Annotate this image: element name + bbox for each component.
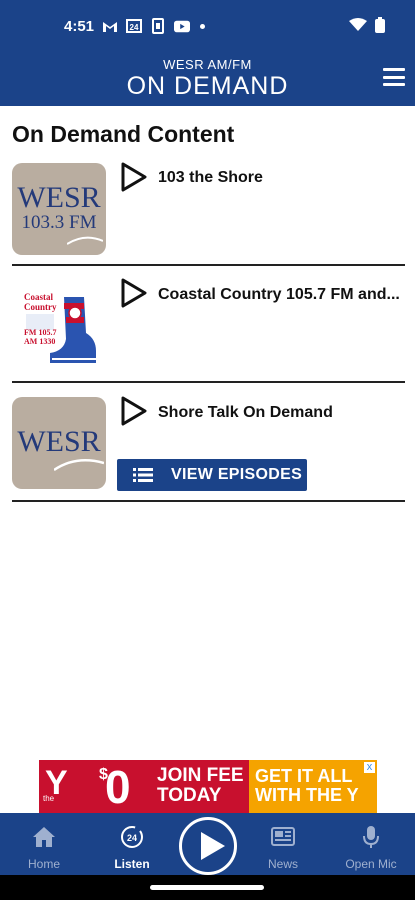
coastal-country-logo: Coastal Country FM 105.7 AM 1330	[12, 279, 106, 371]
ad-amount: 0	[105, 761, 131, 813]
ad-right-panel: GET IT ALL WITH THE Y x	[249, 760, 377, 813]
item-title[interactable]: Coastal Country 105.7 FM and...	[158, 286, 405, 304]
item-title[interactable]: 103 the Shore	[158, 169, 405, 187]
wesr-logo: WESR	[12, 397, 106, 489]
nav-listen[interactable]: 24 Listen	[92, 813, 172, 875]
item-title[interactable]: Shore Talk On Demand	[158, 404, 405, 422]
bottom-nav: Home 24 Listen News Open Mic	[0, 813, 415, 875]
play-icon[interactable]	[117, 395, 149, 427]
header-subtitle: WESR AM/FM	[163, 57, 252, 72]
ad-join-text: JOIN FEE TODAY	[157, 765, 244, 806]
ad-left-panel: Y the $ 0 JOIN FEE TODAY	[39, 760, 249, 813]
play-icon[interactable]	[117, 277, 149, 309]
ad-close-icon[interactable]: x	[364, 762, 375, 773]
notification-icons: 24	[102, 18, 205, 34]
view-episodes-label: VIEW EPISODES	[171, 466, 303, 483]
dot-icon	[200, 23, 205, 29]
list-icon	[133, 468, 153, 482]
news-icon	[271, 827, 295, 846]
list-item[interactable]: WESR Shore Talk On Demand VIEW EPISODES	[12, 392, 405, 502]
nav-open-mic[interactable]: Open Mic	[331, 813, 411, 875]
battery-icon	[375, 17, 385, 38]
status-bar: 4:51 24	[0, 0, 415, 54]
home-icon	[33, 827, 55, 847]
listen-24-icon: 24	[121, 826, 143, 848]
home-gesture-pill[interactable]	[150, 885, 264, 890]
status-time: 4:51	[64, 18, 95, 35]
svg-text:24: 24	[130, 23, 139, 32]
list-item[interactable]: WESR 103.3 FM 103 the Shore	[12, 160, 405, 264]
play-icon[interactable]	[117, 161, 149, 193]
ad-banner[interactable]: Y the $ 0 JOIN FEE TODAY GET IT ALL WITH…	[39, 760, 377, 813]
svg-text:24: 24	[127, 833, 137, 843]
gmail-icon	[102, 18, 118, 34]
svg-text:Coastal: Coastal	[24, 292, 53, 302]
center-play-button[interactable]	[179, 817, 237, 875]
news-badge-icon: 24	[126, 18, 142, 34]
hamburger-menu-icon[interactable]	[383, 68, 405, 86]
play-icon	[201, 832, 225, 860]
divider	[12, 500, 405, 502]
header-title: ON DEMAND	[126, 72, 289, 100]
view-episodes-button[interactable]: VIEW EPISODES	[117, 459, 307, 491]
system-nav-bar	[0, 875, 415, 900]
sim-icon	[150, 18, 166, 34]
nav-news[interactable]: News	[243, 813, 323, 875]
svg-text:AM 1330: AM 1330	[24, 337, 55, 346]
divider	[12, 264, 405, 266]
svg-text:Country: Country	[24, 302, 57, 312]
list-item[interactable]: Coastal Country FM 105.7 AM 1330 Coastal…	[12, 276, 405, 380]
microphone-icon	[363, 826, 379, 848]
page-title: On Demand Content	[12, 121, 235, 147]
ad-tagline: GET IT ALL WITH THE Y	[255, 766, 359, 805]
ad-brand-prefix: the	[43, 794, 55, 803]
nav-home[interactable]: Home	[4, 813, 84, 875]
wifi-icon	[349, 18, 367, 37]
divider	[12, 381, 405, 383]
wesr-103-logo: WESR 103.3 FM	[12, 163, 106, 255]
app-header: WESR AM/FM ON DEMAND	[0, 54, 415, 106]
system-icons	[349, 17, 385, 38]
youtube-icon	[174, 18, 190, 34]
svg-text:FM 105.7: FM 105.7	[24, 328, 56, 337]
